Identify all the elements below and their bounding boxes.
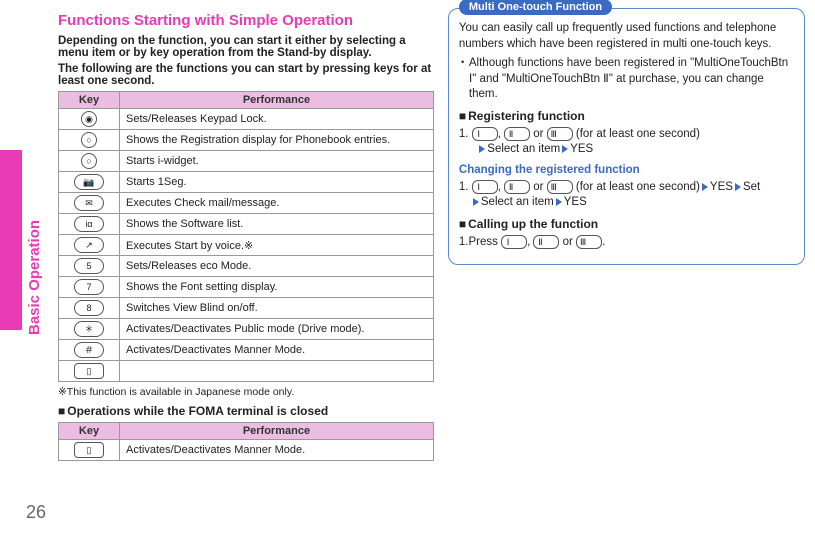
key-iii-icon: Ⅲ	[547, 127, 573, 141]
callout-bullet: Although functions have been registered …	[459, 56, 794, 103]
performance-cell: Executes Check mail/message.	[120, 193, 434, 214]
key-side-icon: ▯	[74, 363, 104, 379]
arrow-icon	[556, 198, 562, 206]
or-text: or	[530, 128, 547, 140]
registering-function-heading: Registering function	[459, 109, 794, 123]
arrow-icon	[479, 145, 485, 153]
table-row: ＊ Activates/Deactivates Public mode (Driv…	[59, 319, 434, 340]
page-number: 26	[26, 502, 46, 523]
key-8-icon: 8	[74, 300, 104, 316]
arrow-icon	[473, 198, 479, 206]
duration-text: (for at least one second)	[573, 181, 700, 193]
press-text: Press	[468, 236, 501, 248]
performance-cell: Shows the Registration display for Phone…	[120, 130, 434, 151]
content-area: Functions Starting with Simple Operation…	[58, 8, 805, 543]
table-row: iα Shows the Software list.	[59, 214, 434, 235]
key-camera-icon: 📷	[74, 174, 104, 190]
callout-title-badge: Multi One-touch Function	[459, 0, 612, 15]
key-5-icon: 5	[74, 258, 104, 274]
key-center-icon: ◉	[81, 111, 97, 127]
performance-cell: Activates/Deactivates Public mode (Drive…	[120, 319, 434, 340]
table-header-row: Key Performance	[59, 92, 434, 109]
key-side-icon: ▯	[74, 442, 104, 458]
table-row: ▯ Activates/Deactivates Manner Mode.	[59, 440, 434, 461]
side-tab	[0, 150, 22, 330]
table-row: ▯	[59, 361, 434, 382]
key-hash-icon: ＃	[74, 342, 104, 358]
arrow-icon	[562, 145, 568, 153]
right-column: Multi One-touch Function You can easily …	[448, 8, 805, 543]
arrow-icon	[735, 183, 741, 191]
performance-cell: Shows the Font setting display.	[120, 277, 434, 298]
table-row: ✉ Executes Check mail/message.	[59, 193, 434, 214]
key-7-icon: 7	[74, 279, 104, 295]
left-column: Functions Starting with Simple Operation…	[58, 8, 434, 543]
duration-text: (for at least one second)	[573, 128, 700, 140]
performance-cell: Sets/Releases Keypad Lock.	[120, 109, 434, 130]
performance-cell: Activates/Deactivates Manner Mode.	[120, 340, 434, 361]
key-i-icon: Ⅰ	[501, 235, 527, 249]
key-performance-table-closed: Key Performance ▯ Activates/Deactivates M…	[58, 422, 434, 461]
table-row: 7 Shows the Font setting display.	[59, 277, 434, 298]
key-iii-icon: Ⅲ	[547, 180, 573, 194]
table-row: ↗ Executes Start by voice.※	[59, 235, 434, 256]
side-section-label: Basic Operation	[26, 220, 43, 335]
key-star-icon: ＊	[74, 321, 104, 337]
table-row: 📷 Starts 1Seg.	[59, 172, 434, 193]
set-text: Set	[743, 181, 760, 193]
select-item-text: Select an item	[487, 143, 560, 155]
key-mail-icon: ✉	[74, 195, 104, 211]
performance-cell	[120, 361, 434, 382]
change-step-1: 1. Ⅰ, Ⅱ or Ⅲ (for at least one second)YE…	[459, 180, 794, 211]
col-key-header: Key	[59, 423, 120, 440]
arrow-icon	[702, 183, 708, 191]
select-item-text: Select an item	[481, 196, 554, 208]
call-step-1: 1.Press Ⅰ, Ⅱ or Ⅲ.	[459, 235, 794, 251]
key-ii-icon: Ⅱ	[533, 235, 559, 249]
or-text: or	[559, 236, 576, 248]
key-performance-table-open: Key Performance ◉ Sets/Releases Keypad Lo…	[58, 91, 434, 382]
performance-cell: Sets/Releases eco Mode.	[120, 256, 434, 277]
key-call-icon: ↗	[74, 237, 104, 253]
performance-cell: Executes Start by voice.※	[120, 235, 434, 256]
key-i-icon: Ⅰ	[472, 180, 498, 194]
key-down-icon: ○	[81, 153, 97, 169]
performance-cell: Starts 1Seg.	[120, 172, 434, 193]
yes-text: YES	[570, 143, 593, 155]
yes-text: YES	[564, 196, 587, 208]
table-row: ○ Shows the Registration display for Phon…	[59, 130, 434, 151]
performance-cell: Activates/Deactivates Manner Mode.	[120, 440, 434, 461]
or-text: or	[530, 181, 547, 193]
col-performance-header: Performance	[120, 423, 434, 440]
key-ii-icon: Ⅱ	[504, 180, 530, 194]
col-performance-header: Performance	[120, 92, 434, 109]
key-iii-icon: Ⅲ	[576, 235, 602, 249]
col-key-header: Key	[59, 92, 120, 109]
table-header-row: Key Performance	[59, 423, 434, 440]
key-iappli-icon: iα	[74, 216, 104, 232]
performance-cell: Starts i-widget.	[120, 151, 434, 172]
table-row: ◉ Sets/Releases Keypad Lock.	[59, 109, 434, 130]
multi-onetouch-callout: Multi One-touch Function You can easily …	[448, 8, 805, 265]
section-title: Functions Starting with Simple Operation	[58, 12, 434, 29]
intro-paragraph-2: The following are the functions you can …	[58, 63, 434, 87]
performance-cell: Switches View Blind on/off.	[120, 298, 434, 319]
key-ii-icon: Ⅱ	[504, 127, 530, 141]
key-i-icon: Ⅰ	[472, 127, 498, 141]
calling-function-heading: Calling up the function	[459, 217, 794, 231]
period-text: .	[602, 236, 605, 248]
changing-function-heading: Changing the registered function	[459, 164, 794, 176]
table-row: ○ Starts i-widget.	[59, 151, 434, 172]
register-step-1: 1. Ⅰ, Ⅱ or Ⅲ (for at least one second) S…	[459, 127, 794, 158]
table-row: 8 Switches View Blind on/off.	[59, 298, 434, 319]
yes-text: YES	[710, 181, 733, 193]
closed-operations-heading: Operations while the FOMA terminal is cl…	[58, 404, 434, 418]
table-row: ＃ Activates/Deactivates Manner Mode.	[59, 340, 434, 361]
performance-cell: Shows the Software list.	[120, 214, 434, 235]
key-up-icon: ○	[81, 132, 97, 148]
callout-intro: You can easily call up frequently used f…	[459, 21, 794, 52]
footnote: ※This function is available in Japanese …	[58, 386, 434, 398]
table-row: 5 Sets/Releases eco Mode.	[59, 256, 434, 277]
intro-paragraph-1: Depending on the function, you can start…	[58, 35, 434, 59]
